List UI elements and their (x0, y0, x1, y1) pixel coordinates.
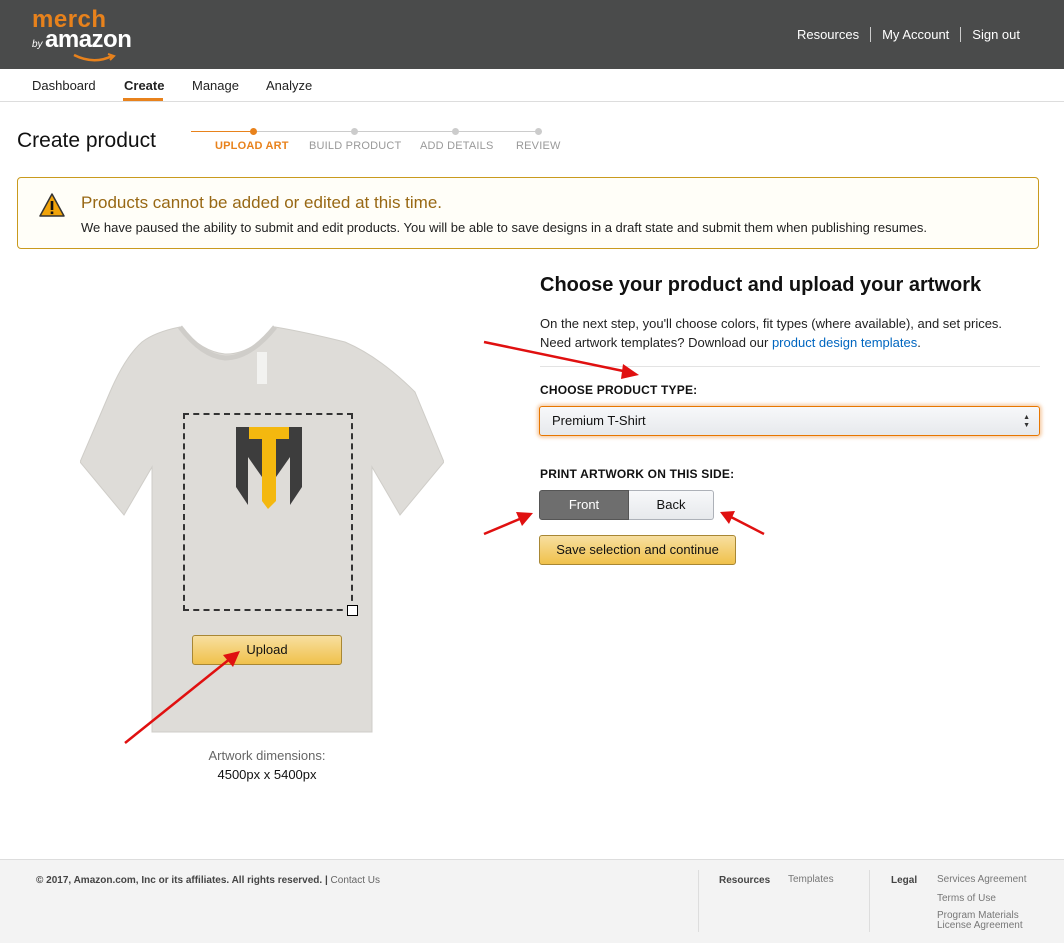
tab-dashboard[interactable]: Dashboard (32, 78, 96, 93)
footer-resources-heading: Resources (719, 875, 771, 886)
upload-button[interactable]: Upload (192, 635, 342, 665)
product-type-label: CHOOSE PRODUCT TYPE: (540, 383, 698, 397)
footer-terms-link[interactable]: Terms of Use (937, 894, 996, 904)
step-review: REVIEW (516, 140, 561, 152)
page-footer: © 2017, Amazon.com, Inc or its affiliate… (0, 859, 1064, 943)
step-dot-review (535, 128, 542, 135)
warning-triangle-icon (39, 193, 65, 217)
merch-by-amazon-logo[interactable]: merch by amazon (32, 6, 152, 64)
footer-divider (698, 870, 699, 932)
templates-prefix: Need artwork templates? Download our (540, 335, 772, 350)
tab-create[interactable]: Create (124, 78, 164, 93)
footer-divider (869, 870, 870, 932)
resize-handle-icon[interactable] (347, 605, 358, 616)
front-side-button[interactable]: Front (539, 490, 629, 520)
progress-line (254, 131, 542, 132)
tab-manage[interactable]: Manage (192, 78, 239, 93)
alert-title: Products cannot be added or edited at th… (81, 193, 443, 212)
my-account-link[interactable]: My Account (882, 27, 949, 42)
copyright-text: © 2017, Amazon.com, Inc or its affiliate… (36, 875, 380, 886)
templates-suffix: . (917, 335, 921, 350)
logo-amazon-text: amazon (45, 26, 132, 53)
annotation-arrow-front (483, 512, 533, 536)
tab-analyze[interactable]: Analyze (266, 78, 312, 93)
amazon-smile-icon (73, 53, 116, 62)
copyright: © 2017, Amazon.com, Inc or its affiliate… (36, 875, 331, 886)
step-upload-art: UPLOAD ART (215, 140, 289, 152)
header-links: Resources My Account Sign out (797, 27, 1020, 42)
product-type-value: Premium T-Shirt (552, 413, 646, 428)
footer-license-agreement-link[interactable]: License Agreement (937, 921, 1023, 931)
step-add-details: ADD DETAILS (420, 140, 494, 152)
print-side-label: PRINT ARTWORK ON THIS SIDE: (540, 467, 735, 481)
annotation-arrow-back (720, 511, 765, 536)
form-heading: Choose your product and upload your artw… (540, 274, 982, 296)
product-type-select[interactable]: Premium T-Shirt ▲︎ ▼︎ (539, 406, 1040, 436)
progress-line-done (191, 131, 254, 132)
contact-us-link[interactable]: Contact Us (331, 875, 380, 886)
top-header: merch by amazon Resources My Account Sig… (0, 0, 1064, 69)
page-title: Create product (17, 129, 156, 152)
select-arrows-icon: ▲︎ ▼︎ (1023, 414, 1030, 429)
back-side-button[interactable]: Back (629, 490, 714, 520)
artwork-logo-image (236, 427, 302, 509)
product-design-templates-link[interactable]: product design templates (772, 335, 917, 350)
resources-link[interactable]: Resources (797, 27, 859, 42)
artwork-dimensions-value: 4500px x 5400px (217, 767, 317, 782)
step-dot-add-details (452, 128, 459, 135)
active-tab-indicator (123, 98, 163, 101)
save-and-continue-button[interactable]: Save selection and continue (539, 535, 736, 565)
artwork-dimensions-label: Artwork dimensions: (208, 748, 326, 763)
form-description: On the next step, you'll choose colors, … (540, 316, 1003, 331)
footer-templates-link[interactable]: Templates (788, 875, 834, 885)
step-build-product: BUILD PRODUCT (309, 140, 402, 152)
step-dot-upload-art (250, 128, 257, 135)
form-description-templates: Need artwork templates? Download our pro… (540, 335, 921, 350)
sign-out-link[interactable]: Sign out (972, 27, 1020, 42)
step-dot-build-product (351, 128, 358, 135)
footer-legal-heading: Legal (891, 875, 918, 886)
warning-alert: Products cannot be added or edited at th… (17, 177, 1039, 249)
header-divider (870, 27, 872, 42)
alert-message: We have paused the ability to submit and… (81, 220, 927, 235)
section-divider (540, 366, 1040, 367)
header-divider (960, 27, 962, 42)
logo-by-text: by (32, 39, 43, 50)
main-nav: Dashboard Create Manage Analyze (0, 69, 1064, 102)
footer-services-agreement-link[interactable]: Services Agreement (937, 875, 1027, 885)
